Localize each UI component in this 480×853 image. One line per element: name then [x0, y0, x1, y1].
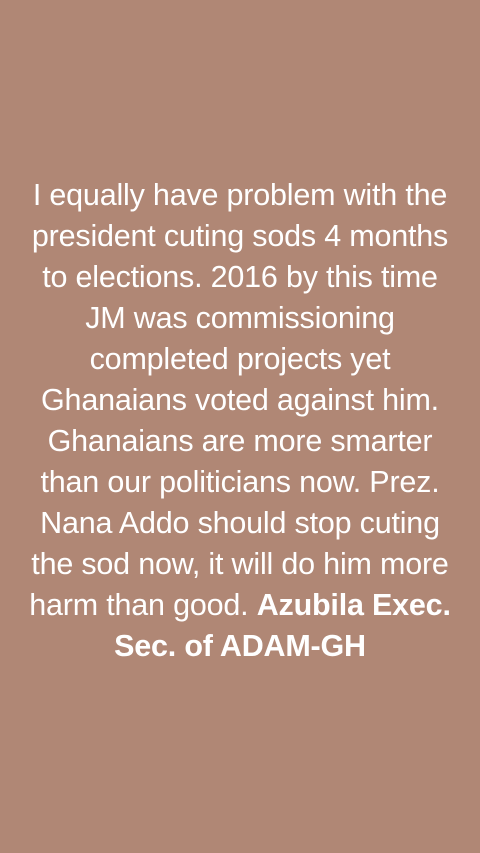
status-body-text: I equally have problem with the presiden…	[29, 177, 449, 622]
text-status-canvas[interactable]: I equally have problem with the presiden…	[0, 0, 480, 853]
status-message: I equally have problem with the presiden…	[20, 175, 460, 667]
